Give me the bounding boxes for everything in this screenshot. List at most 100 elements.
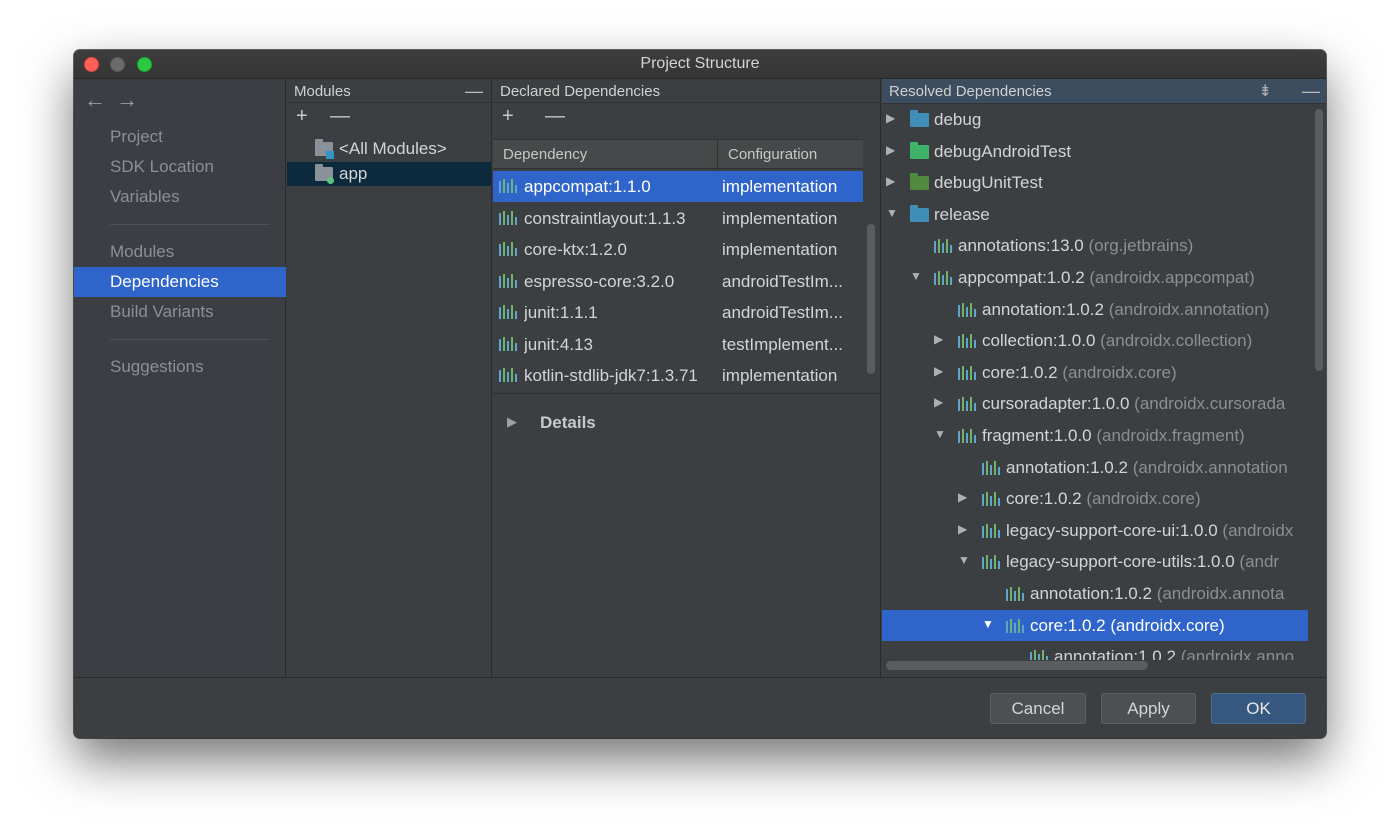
expand-arrow-icon[interactable]: ▶ <box>886 111 895 125</box>
module-label: app <box>339 164 368 183</box>
collapse-arrow-icon[interactable]: ▼ <box>886 206 898 220</box>
dependency-configuration: androidTestIm... <box>722 272 843 291</box>
resolved-horizontal-scrollbar[interactable] <box>886 661 1148 670</box>
dependency-name: release <box>934 204 990 224</box>
library-icon <box>499 337 517 351</box>
sidebar-item-project[interactable]: Project <box>74 122 286 152</box>
sidebar-item-variables[interactable]: Variables <box>74 182 286 212</box>
tree-node[interactable]: annotation:1.0.2 (androidx.annotation) <box>882 294 1308 325</box>
sidebar-item-modules[interactable]: Modules <box>74 237 286 267</box>
collapse-arrow-icon[interactable]: ▼ <box>982 617 994 631</box>
tree-node[interactable]: ▼ legacy-support-core-utils:1.0.0 (andr <box>882 546 1308 577</box>
dependency-group: (androidx.fragment) <box>1096 426 1245 445</box>
tree-node[interactable]: ▼ fragment:1.0.0 (androidx.fragment) <box>882 420 1308 451</box>
folder-icon <box>910 141 929 159</box>
dependency-name: annotation:1.0.2 <box>1006 457 1128 477</box>
table-row[interactable]: appcompat:1.1.0 implementation <box>493 171 863 202</box>
collapse-all-icon[interactable]: ⇟ <box>1259 79 1272 104</box>
collapse-arrow-icon[interactable]: ▼ <box>934 427 946 441</box>
library-icon <box>499 305 517 319</box>
tree-node[interactable]: ▶ debugUnitTest <box>882 167 1308 198</box>
dependency-name: legacy-support-core-utils:1.0.0 <box>1006 552 1235 572</box>
column-divider[interactable] <box>717 140 718 170</box>
dependency-name: cursoradapter:1.0.0 <box>982 394 1130 414</box>
tree-node-label: release <box>934 205 990 225</box>
dependency-name: collection:1.0.0 <box>982 331 1096 351</box>
dependency-group: (androidx.anno <box>1180 647 1295 660</box>
expand-arrow-icon[interactable]: ▶ <box>886 143 895 157</box>
dependency-name: annotation:1.0.2 <box>982 299 1104 319</box>
collapse-arrow-icon[interactable]: ▼ <box>958 553 970 567</box>
tree-node[interactable]: ▶ debug <box>882 104 1308 135</box>
column-dependency[interactable]: Dependency <box>503 146 587 163</box>
expand-arrow-icon[interactable]: ▶ <box>886 174 895 188</box>
back-arrow-icon[interactable]: ← <box>84 87 116 113</box>
tree-node-label: annotations:13.0 (org.jetbrains) <box>958 236 1193 256</box>
nav-divider <box>110 339 270 340</box>
declared-title: Declared Dependencies <box>500 83 661 100</box>
library-icon <box>934 271 952 285</box>
column-configuration[interactable]: Configuration <box>728 146 817 163</box>
forward-arrow-icon[interactable]: → <box>116 87 148 113</box>
tree-node[interactable]: ▼ release <box>882 199 1308 230</box>
remove-module-button[interactable]: — <box>330 105 350 128</box>
tree-node[interactable]: annotation:1.0.2 (androidx.anno <box>882 641 1308 660</box>
dependency-configuration: implementation <box>722 209 838 228</box>
minimize-icon[interactable]: — <box>465 79 483 104</box>
declared-scrollbar[interactable] <box>867 224 875 374</box>
sidebar-item-build-variants[interactable]: Build Variants <box>74 297 286 327</box>
expand-arrow-icon[interactable]: ▶ <box>934 395 943 409</box>
table-row[interactable]: constraintlayout:1.1.3 implementation <box>493 203 863 234</box>
cancel-button[interactable]: Cancel <box>990 693 1086 724</box>
tree-node[interactable]: ▼ appcompat:1.0.2 (androidx.appcompat) <box>882 262 1308 293</box>
apply-button[interactable]: Apply <box>1101 693 1196 724</box>
collapse-arrow-icon[interactable]: ▼ <box>910 269 922 283</box>
details-section[interactable]: ▶ Details <box>493 393 880 677</box>
minimize-icon[interactable]: — <box>1302 79 1320 104</box>
module-item-all-modules[interactable]: <All Modules> <box>287 137 491 161</box>
table-row[interactable]: kotlin-stdlib-jdk7:1.3.71 implementation <box>493 360 863 391</box>
sidebar-item-dependencies[interactable]: Dependencies <box>74 267 286 297</box>
dependency-group: (androidx.core) <box>1062 362 1177 382</box>
dependency-name: annotations:13.0 <box>958 236 1084 256</box>
tree-node[interactable]: ▶ cursoradapter:1.0.0 (androidx.cursorada <box>882 388 1308 419</box>
library-icon <box>958 429 976 443</box>
remove-dependency-button[interactable]: — <box>545 105 565 128</box>
ok-button[interactable]: OK <box>1211 693 1306 724</box>
tree-node[interactable]: ▼ core:1.0.2 (androidx.core) <box>882 609 1308 641</box>
expand-arrow-icon[interactable]: ▶ <box>934 332 943 346</box>
dependency-name: junit:4.13 <box>524 335 593 354</box>
expand-arrow-icon[interactable]: ▶ <box>958 490 967 504</box>
table-row[interactable]: core-ktx:1.2.0 implementation <box>493 234 863 265</box>
window-title: Project Structure <box>640 55 760 72</box>
dependency-name: fragment:1.0.0 <box>982 426 1092 445</box>
tree-node[interactable]: ▶ core:1.0.2 (androidx.core) <box>882 483 1308 514</box>
module-item-app[interactable]: app <box>287 162 491 186</box>
dependency-name: debugAndroidTest <box>934 141 1072 161</box>
sidebar-item-suggestions[interactable]: Suggestions <box>74 352 286 382</box>
add-dependency-button[interactable]: + <box>502 105 514 128</box>
table-row[interactable]: junit:1.1.1 androidTestIm... <box>493 297 863 328</box>
expand-arrow-icon[interactable]: ▶ <box>958 522 967 536</box>
library-icon <box>958 397 976 412</box>
folder-icon <box>910 173 929 191</box>
tree-node[interactable]: annotation:1.0.2 (androidx.annota <box>882 578 1308 609</box>
tree-node[interactable]: ▶ debugAndroidTest <box>882 136 1308 167</box>
tree-node[interactable]: annotation:1.0.2 (androidx.annotation <box>882 452 1308 483</box>
tree-node[interactable]: ▶ collection:1.0.0 (androidx.collection) <box>882 325 1308 356</box>
tree-node[interactable]: annotations:13.0 (org.jetbrains) <box>882 230 1308 261</box>
dependency-group: (androidx.annotation) <box>1108 299 1270 319</box>
table-row[interactable]: junit:4.13 testImplement... <box>493 329 863 360</box>
library-icon <box>934 239 952 254</box>
resolved-vertical-scrollbar[interactable] <box>1315 109 1323 371</box>
sidebar-item-sdk-location[interactable]: SDK Location <box>74 152 286 182</box>
add-module-button[interactable]: + <box>296 105 308 128</box>
expand-arrow-icon[interactable]: ▶ <box>507 414 517 430</box>
folder-icon <box>910 110 929 127</box>
dependency-configuration: implementation <box>722 177 838 196</box>
tree-node[interactable]: ▶ core:1.0.2 (androidx.core) <box>882 357 1308 388</box>
resolved-header: Resolved Dependencies ⇟ — <box>882 79 1326 104</box>
expand-arrow-icon[interactable]: ▶ <box>934 364 943 378</box>
tree-node[interactable]: ▶ legacy-support-core-ui:1.0.0 (androidx <box>882 515 1308 546</box>
table-row[interactable]: espresso-core:3.2.0 androidTestIm... <box>493 266 863 297</box>
